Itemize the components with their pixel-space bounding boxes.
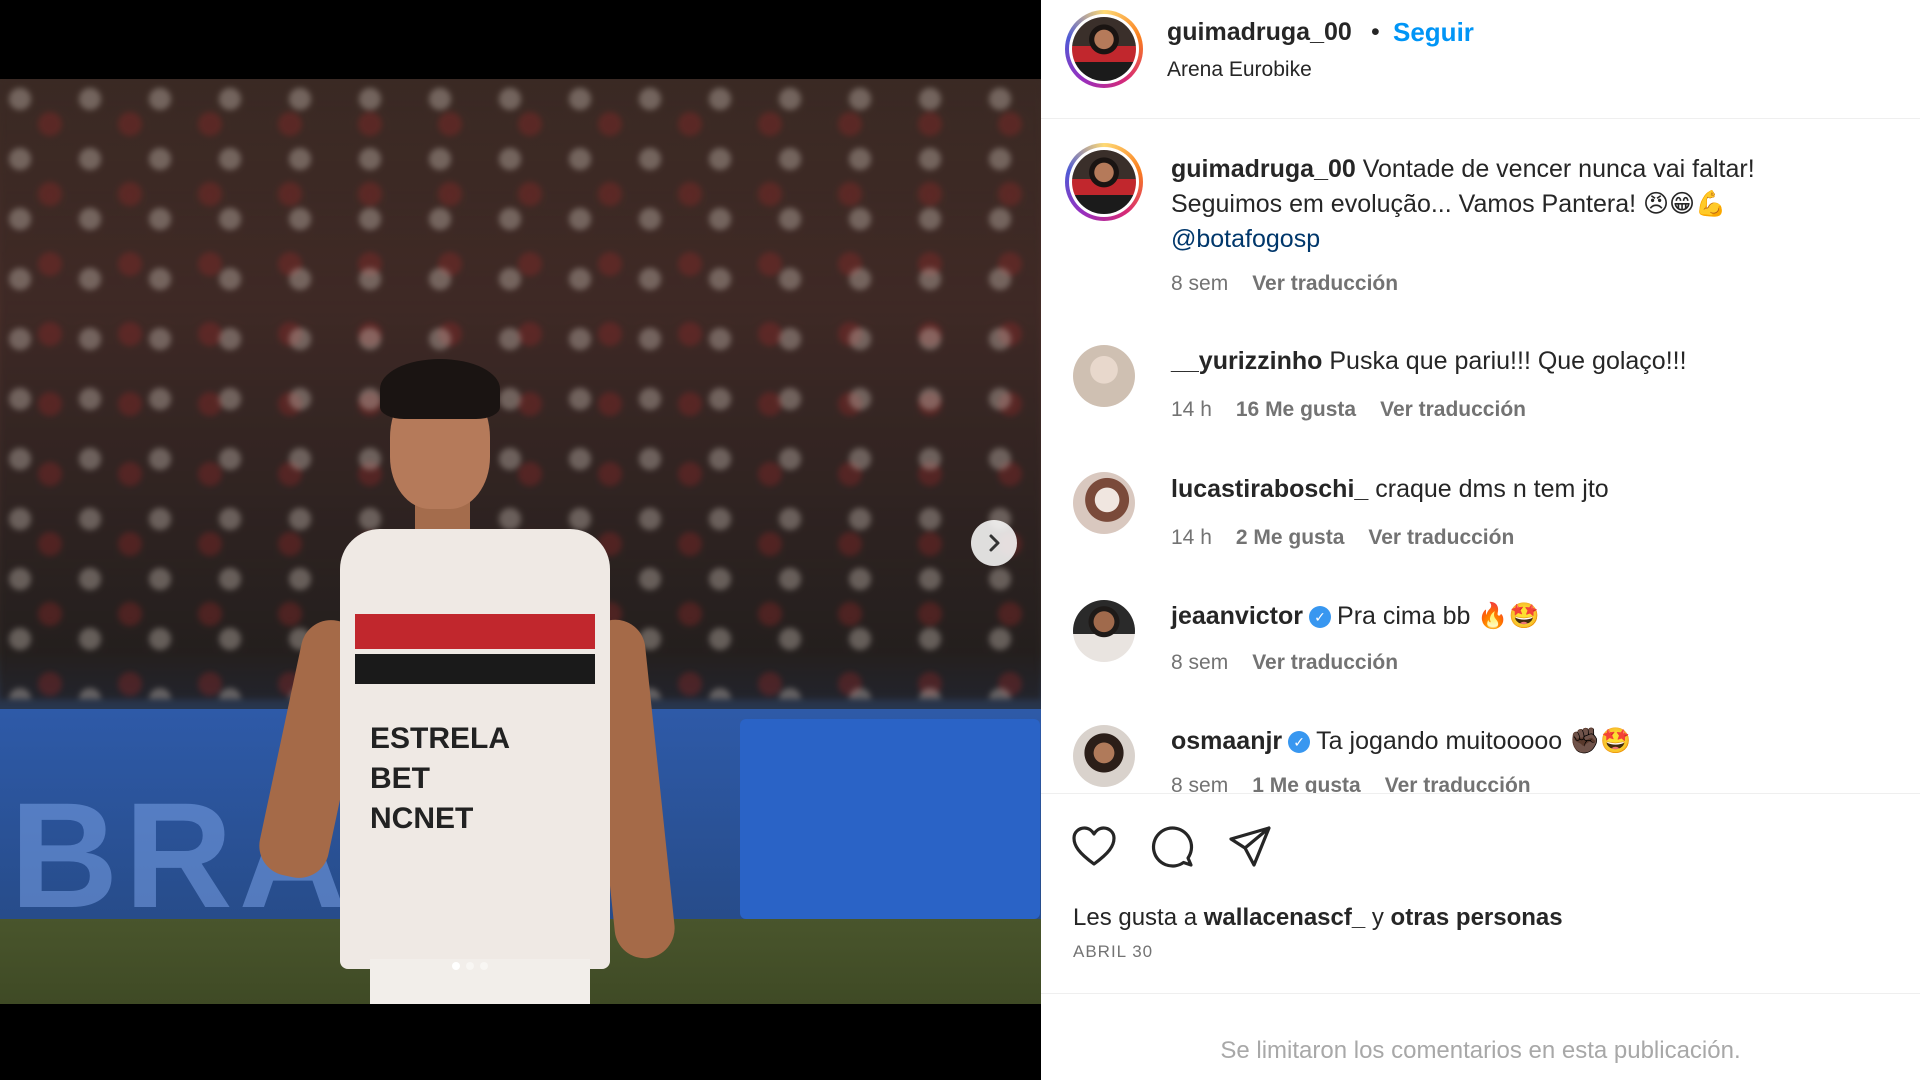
follow-button[interactable]: Seguir <box>1393 17 1474 48</box>
player-hair <box>380 359 500 419</box>
caption-avatar[interactable] <box>1065 143 1143 221</box>
shirt-sponsor: ESTRELA BET NCNET <box>370 722 511 835</box>
carousel-dot <box>480 962 488 970</box>
location-link[interactable]: Arena Eurobike <box>1167 58 1312 82</box>
post-header: guimadruga_00 • Seguir Arena Eurobike <box>1041 0 1920 119</box>
comment-meta: 14 h 2 Me gusta Ver traducción <box>1171 526 1514 550</box>
comment-text: jeaanvictor ✓ Pra cima bb 🔥🤩 <box>1171 602 1540 631</box>
avatar[interactable] <box>1065 10 1143 88</box>
chevron-right-icon <box>989 534 1000 552</box>
caption-mention[interactable]: @botafogosp <box>1171 225 1320 253</box>
likes-connector: y <box>1365 904 1391 931</box>
carousel-dot <box>452 962 460 970</box>
caption-text: guimadruga_00 Vontade de vencer nunca va… <box>1171 152 1871 257</box>
comment-body: Puska que pariu!!! Que golaço!!! <box>1329 347 1687 375</box>
caption-time[interactable]: 8 sem <box>1171 272 1228 296</box>
shirt-red-stripe <box>355 614 595 649</box>
comment-text: osmaanjr ✓ Ta jogando muitooooo ✊🏿🤩 <box>1171 727 1631 756</box>
caption-meta: 8 sem Ver traducción <box>1171 272 1398 296</box>
comment-likes[interactable]: 1 Me gusta <box>1252 774 1361 793</box>
comment-body: Ta jogando muitooooo ✊🏿🤩 <box>1316 727 1632 755</box>
comment-text: __yurizzinho Puska que pariu!!! Que gola… <box>1171 347 1687 376</box>
heart-icon[interactable] <box>1069 822 1119 872</box>
comment-icon[interactable] <box>1147 822 1197 872</box>
comment-body: Pra cima bb 🔥🤩 <box>1337 602 1540 630</box>
comment-translate-button[interactable]: Ver traducción <box>1380 398 1526 422</box>
comment-avatar[interactable] <box>1073 725 1135 787</box>
comment-username[interactable]: osmaanjr <box>1171 727 1282 755</box>
comment-time[interactable]: 14 h <box>1171 526 1212 550</box>
comment-translate-button[interactable]: Ver traducción <box>1385 774 1531 793</box>
comments-list[interactable]: guimadruga_00 Vontade de vencer nunca va… <box>1041 120 1920 793</box>
post-sidebar: guimadruga_00 • Seguir Arena Eurobike gu… <box>1041 0 1920 1080</box>
post-modal: BRAX ESTRELA BET NCNET guimadruga_00 • S… <box>0 0 1920 1080</box>
caption-translate-button[interactable]: Ver traducción <box>1252 272 1398 296</box>
carousel-next-button[interactable] <box>971 520 1017 566</box>
comment-time[interactable]: 14 h <box>1171 398 1212 422</box>
comment-body: craque dms n tem jto <box>1375 475 1609 503</box>
likes-username[interactable]: wallacenascf_ <box>1204 904 1365 931</box>
post-photo[interactable]: BRAX ESTRELA BET NCNET <box>0 79 1041 1004</box>
comment-text: lucastiraboschi_ craque dms n tem jto <box>1171 475 1609 504</box>
carousel-dots <box>452 962 488 970</box>
likes-summary[interactable]: Les gusta a wallacenascf_ y otras person… <box>1073 904 1563 932</box>
comment-avatar[interactable] <box>1073 600 1135 662</box>
send-icon[interactable] <box>1225 822 1275 872</box>
post-date[interactable]: ABRIL 30 <box>1073 942 1153 962</box>
media-pane: BRAX ESTRELA BET NCNET <box>0 0 1041 1080</box>
likes-others[interactable]: otras personas <box>1391 904 1563 931</box>
comment-translate-button[interactable]: Ver traducción <box>1252 651 1398 675</box>
likes-prefix: Les gusta a <box>1073 904 1204 931</box>
verified-badge-icon: ✓ <box>1309 606 1332 628</box>
comment-time[interactable]: 8 sem <box>1171 774 1228 793</box>
comment-likes[interactable]: 2 Me gusta <box>1236 526 1345 550</box>
carousel-dot <box>466 962 474 970</box>
comment-avatar[interactable] <box>1073 345 1135 407</box>
comment-translate-button[interactable]: Ver traducción <box>1368 526 1514 550</box>
caption-username[interactable]: guimadruga_00 <box>1171 155 1356 183</box>
verified-badge-icon: ✓ <box>1288 731 1311 753</box>
comment-likes[interactable]: 16 Me gusta <box>1236 398 1356 422</box>
comment-meta: 8 sem Ver traducción <box>1171 651 1398 675</box>
ad-board-logo <box>740 719 1040 919</box>
comment-meta: 8 sem 1 Me gusta Ver traducción <box>1171 774 1531 793</box>
header-separator: • <box>1371 18 1380 46</box>
comment-avatar[interactable] <box>1073 472 1135 534</box>
author-username[interactable]: guimadruga_00 <box>1167 18 1352 47</box>
comment-username[interactable]: __yurizzinho <box>1171 347 1322 375</box>
comment-username[interactable]: lucastiraboschi_ <box>1171 475 1368 503</box>
comments-limited-notice: Se limitaron los comentarios en esta pub… <box>1041 993 1920 1080</box>
action-bar: Les gusta a wallacenascf_ y otras person… <box>1041 793 1920 993</box>
comment-meta: 14 h 16 Me gusta Ver traducción <box>1171 398 1526 422</box>
shirt-black-stripe <box>355 654 595 684</box>
comment-time[interactable]: 8 sem <box>1171 651 1228 675</box>
player-figure: ESTRELA BET NCNET <box>230 359 678 1004</box>
comment-username[interactable]: jeaanvictor <box>1171 602 1303 630</box>
